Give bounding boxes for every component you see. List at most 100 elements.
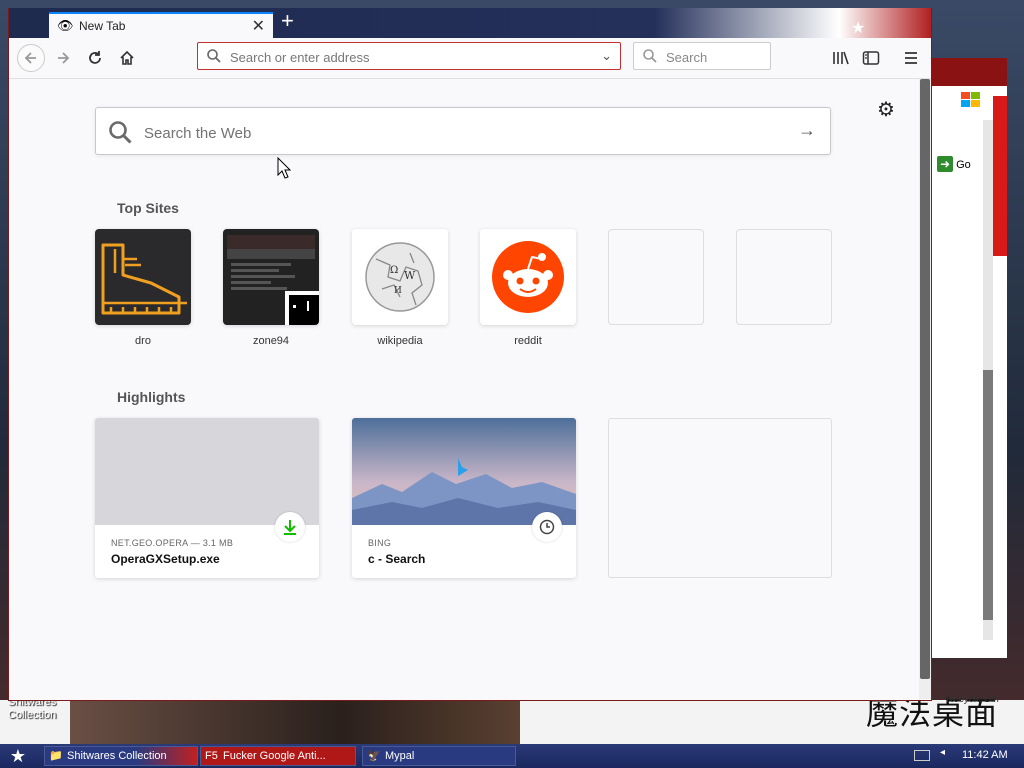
windows-logo-icon: [961, 92, 980, 107]
top-site-tile[interactable]: [95, 229, 191, 325]
download-icon: [275, 512, 305, 542]
clock[interactable]: 11:42 AM: [962, 749, 1008, 761]
highlight-meta: NET.GEO.OPERA — 3.1 MB: [111, 538, 234, 548]
svg-text:Ω: Ω: [390, 265, 398, 276]
new-tab-button[interactable]: +: [281, 10, 294, 32]
taskbar-item[interactable]: F5 Fucker Google Anti...: [200, 746, 356, 766]
reload-icon: [89, 51, 101, 64]
top-site-label: dro: [135, 335, 151, 347]
taskbar-item-label: Fucker Google Anti...: [223, 750, 326, 762]
highlight-card[interactable]: BING c - Search: [352, 418, 576, 578]
start-button[interactable]: ★: [4, 746, 32, 766]
top-site-placeholder[interactable]: [736, 229, 832, 325]
top-site-tile[interactable]: [480, 229, 576, 325]
new-tab-page: ⚙ → Top Sites dro: [9, 79, 919, 699]
folder-icon: 📁: [49, 750, 63, 762]
highlight-card[interactable]: NET.GEO.OPERA — 3.1 MB OperaGXSetup.exe: [95, 418, 319, 578]
svg-text:И: И: [394, 286, 402, 296]
background-window-scrollbar[interactable]: [983, 120, 993, 640]
highlight-title: OperaGXSetup.exe: [111, 552, 220, 566]
mouse-cursor-icon: [277, 157, 291, 179]
highlights-title: Highlights: [117, 389, 186, 405]
top-site-zone94[interactable]: zone94: [223, 229, 319, 347]
hamburger-menu-icon: [905, 52, 917, 64]
top-site-label: zone94: [252, 335, 290, 347]
address-input[interactable]: [228, 47, 592, 67]
app-icon: F5: [205, 750, 218, 762]
boot-icon: [101, 243, 187, 315]
desktop-wallpaper-photo: [70, 700, 520, 744]
highlight-title: c - Search: [368, 552, 426, 566]
web-search-input[interactable]: [142, 122, 746, 144]
forward-button[interactable]: [51, 46, 75, 70]
top-site-dro[interactable]: dro: [95, 229, 191, 347]
scrollbar-thumb[interactable]: [920, 79, 930, 679]
site-badge: [285, 291, 319, 325]
highlight-thumbnail: [95, 418, 319, 525]
top-site-label: reddit: [514, 335, 542, 347]
tab-title: New Tab: [79, 19, 126, 33]
background-window-titlebar[interactable]: [931, 58, 1007, 86]
back-arrow-icon: [24, 52, 36, 64]
keyboard-icon[interactable]: [914, 750, 930, 761]
home-button[interactable]: [115, 46, 139, 70]
highlight-placeholder: [608, 418, 832, 578]
svg-text:W: W: [404, 269, 416, 282]
background-window[interactable]: ➜ Go: [930, 58, 1007, 658]
reddit-alien-icon: [503, 253, 553, 297]
tab-favicon-icon: 👁: [57, 18, 74, 33]
page-scrollbar[interactable]: [919, 79, 931, 699]
firefox-window: 👁 New Tab ✕ + ★ ⌄: [8, 8, 932, 701]
volume-icon[interactable]: ◂: [940, 747, 945, 758]
background-window-banner: [993, 96, 1007, 256]
gear-icon[interactable]: ⚙: [877, 97, 895, 122]
forward-arrow-icon: [58, 52, 70, 64]
go-arrow-icon: ➜: [937, 156, 953, 172]
search-bar[interactable]: [633, 42, 771, 70]
mypal-icon: 🦅: [367, 750, 381, 762]
top-site-reddit[interactable]: reddit: [480, 229, 576, 347]
taskbar-item[interactable]: 📁 Shitwares Collection: [44, 746, 198, 766]
top-sites-title: Top Sites: [117, 200, 179, 216]
sidebar-button[interactable]: [859, 46, 883, 70]
search-icon: [109, 121, 132, 144]
scrollbar-thumb[interactable]: [983, 370, 993, 620]
library-button[interactable]: [829, 46, 853, 70]
reload-button[interactable]: [83, 46, 107, 70]
chevron-down-icon[interactable]: ⌄: [601, 48, 612, 64]
go-label: Go: [956, 159, 971, 171]
top-site-tile[interactable]: Ω W И: [352, 229, 448, 325]
taskbar: ★ 📁 Shitwares Collection F5 Fucker Googl…: [0, 744, 1024, 768]
top-site-wikipedia[interactable]: Ω W И wikipedia: [352, 229, 448, 347]
star-icon: ★: [851, 20, 866, 37]
sidebar-icon: [862, 51, 880, 65]
taskbar-item[interactable]: 🦅 Mypal: [362, 746, 516, 766]
library-icon: [833, 51, 849, 65]
highlight-thumbnail: [352, 418, 576, 525]
wikipedia-globe-icon: Ω W И: [365, 242, 435, 312]
menu-button[interactable]: [899, 46, 923, 70]
home-icon: [120, 50, 134, 65]
search-icon: [643, 49, 657, 63]
arrow-right-icon[interactable]: →: [798, 120, 816, 141]
taskbar-item-label: Mypal: [385, 750, 415, 762]
clock-icon: [532, 512, 562, 542]
top-site-tile[interactable]: [223, 229, 319, 325]
search-icon: [207, 49, 221, 63]
search-input[interactable]: [664, 47, 768, 67]
tab-new-tab[interactable]: 👁 New Tab ✕: [49, 12, 273, 38]
tab-strip: 👁 New Tab ✕ + ★: [9, 8, 931, 38]
top-site-label: wikipedia: [377, 335, 423, 347]
top-site-empty[interactable]: [736, 229, 832, 325]
web-search-box[interactable]: →: [95, 107, 831, 155]
highlight-meta: BING: [368, 538, 392, 548]
back-button[interactable]: [17, 44, 45, 72]
close-tab-icon[interactable]: ✕: [252, 16, 265, 36]
navigation-toolbar: ⌄: [9, 38, 931, 79]
address-bar[interactable]: ⌄: [197, 42, 621, 70]
top-site-placeholder[interactable]: [608, 229, 704, 325]
recycle-bin-label[interactable]: Recycle Bin: [946, 694, 999, 705]
reddit-logo-icon: [492, 241, 564, 313]
taskbar-item-label: Shitwares Collection: [67, 750, 167, 762]
top-site-empty[interactable]: [608, 229, 704, 325]
